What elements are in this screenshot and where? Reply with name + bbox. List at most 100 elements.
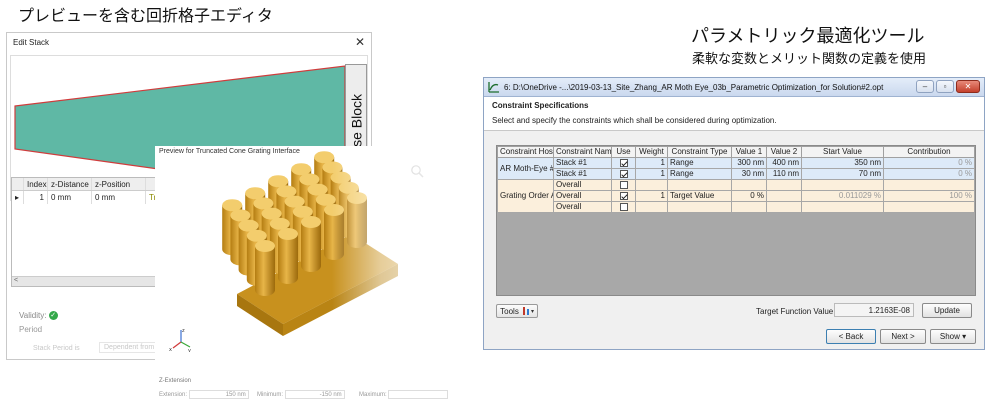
cell-constraint-type[interactable]: Range — [667, 157, 732, 169]
grating-cylinder — [324, 204, 344, 260]
minimum-input[interactable]: -150 nm — [284, 390, 345, 399]
cell-weight[interactable] — [635, 201, 668, 213]
column-header-constraint-type[interactable]: Constraint Type — [667, 146, 732, 158]
right-caption-title: パラメトリック最適化ツール — [691, 26, 925, 47]
preview-window: Preview for Truncated Cone Grating Inter… — [155, 146, 460, 404]
next-button[interactable]: Next > — [880, 329, 926, 344]
cell-value-1[interactable]: 30 nm — [731, 168, 767, 180]
valid-check-icon: ✓ — [48, 311, 58, 321]
cell-constraint-name: Overall — [553, 190, 612, 202]
tools-icon — [522, 307, 534, 315]
column-header-value-2[interactable]: Value 2 — [766, 146, 802, 158]
scroll-left-icon[interactable]: < — [14, 277, 18, 284]
cell-value-2[interactable]: 400 nm — [766, 157, 802, 169]
column-header-weight[interactable]: Weight — [635, 146, 668, 158]
cell-constraint-host: AR Moth-Eye #1 — [497, 157, 554, 180]
cell-contribution: 0 % — [883, 157, 975, 169]
constraint-description: Select and specify the constraints which… — [492, 116, 777, 125]
use-checkbox[interactable] — [611, 157, 636, 169]
cell-constraint-type[interactable] — [667, 179, 732, 191]
cell-value-1[interactable] — [731, 179, 767, 191]
dependent-dropdown[interactable]: Dependent from — [99, 342, 160, 353]
use-checkbox[interactable] — [611, 168, 636, 180]
edit-stack-titlebar: Edit Stack ✕ — [7, 33, 371, 51]
show-button[interactable]: Show ▾ — [930, 329, 976, 344]
column-header-constraint-name[interactable]: Constraint Name — [553, 146, 612, 158]
cell-constraint-type[interactable] — [667, 201, 732, 213]
use-checkbox[interactable] — [611, 201, 636, 213]
optimization-titlebar: 6: D:\OneDrive -...\2019-03-13_Site_Zhan… — [484, 78, 984, 97]
cell-start-value — [801, 201, 884, 213]
cell-value-1[interactable] — [731, 201, 767, 213]
cell-contribution: 0 % — [883, 168, 975, 180]
column-header-z-distance[interactable]: z-Distance — [48, 178, 92, 190]
maximum-label: Maximum: — [359, 392, 387, 399]
axes-orientation-icon: z x y — [169, 328, 191, 352]
grating-cylinder — [347, 192, 367, 248]
cell-value-2[interactable] — [766, 179, 802, 191]
target-function-label: Target Function Value — [756, 307, 834, 316]
column-header-contribution[interactable]: Contribution — [883, 146, 975, 158]
table-row[interactable]: Overall 1 Target Value 0 % 0.011029 % 10… — [498, 190, 975, 202]
cell-weight[interactable] — [635, 179, 668, 191]
column-header-value-1[interactable]: Value 1 — [731, 146, 767, 158]
cell-contribution — [883, 179, 975, 191]
cell-index: 1 — [24, 191, 48, 204]
back-button[interactable]: < Back — [826, 329, 876, 344]
cell-weight[interactable]: 1 — [635, 157, 668, 169]
cell-constraint-name: Overall — [553, 201, 612, 213]
cell-value-2[interactable] — [766, 201, 802, 213]
grating-cylinder — [278, 228, 298, 284]
cell-start-value: 350 nm — [801, 157, 884, 169]
cell-z-distance: 0 mm — [48, 191, 92, 204]
minimize-button[interactable]: – — [916, 80, 934, 93]
maximize-button[interactable]: ▫ — [936, 80, 954, 93]
table-row[interactable]: Grating Order Analyzer #800 Overall — [497, 179, 975, 213]
cell-weight[interactable]: 1 — [635, 168, 668, 180]
cell-value-2[interactable] — [766, 190, 802, 202]
column-header-index[interactable]: Index — [24, 178, 48, 190]
validity-row: Validity: ✓ — [19, 311, 58, 321]
cell-value-1[interactable]: 0 % — [731, 190, 767, 202]
optimization-title: 6: D:\OneDrive -...\2019-03-13_Site_Zhan… — [504, 82, 884, 92]
edit-stack-title: Edit Stack — [13, 37, 50, 47]
cell-value-1[interactable]: 300 nm — [731, 157, 767, 169]
update-button[interactable]: Update — [922, 303, 972, 318]
app-icon — [488, 82, 499, 93]
grating-cylinder — [255, 240, 275, 296]
table-row[interactable]: Overall — [498, 201, 975, 213]
cell-value-2[interactable]: 110 nm — [766, 168, 802, 180]
stack-period-label: Stack Period is — [33, 345, 80, 352]
cell-constraint-name: Overall — [553, 179, 612, 191]
extension-input[interactable]: 150 nm — [188, 390, 249, 399]
close-window-button[interactable]: ✕ — [956, 80, 980, 93]
column-header-constraint-host[interactable]: Constraint Host — [497, 146, 554, 158]
header-marker-cell — [12, 178, 24, 190]
tools-button[interactable]: Tools — [496, 304, 538, 318]
cell-start-value: 70 nm — [801, 168, 884, 180]
extension-row: Extension: 150 nm — [159, 390, 249, 399]
table-row[interactable]: Stack #1 1 Range 30 nm 110 nm 70 nm 0 % — [498, 168, 975, 180]
column-header-use[interactable]: Use — [611, 146, 636, 158]
constraint-header: Constraint Specifications Select and spe… — [484, 97, 984, 131]
use-checkbox[interactable] — [611, 190, 636, 202]
cell-weight[interactable]: 1 — [635, 190, 668, 202]
cell-constraint-type[interactable]: Range — [667, 168, 732, 180]
cell-constraint-type[interactable]: Target Value — [667, 190, 732, 202]
use-checkbox[interactable] — [611, 179, 636, 191]
maximum-row: Maximum: — [359, 390, 449, 399]
close-icon[interactable]: ✕ — [355, 35, 365, 49]
column-header-z-position[interactable]: z-Position — [92, 178, 146, 190]
column-header-start-value[interactable]: Start Value — [801, 146, 884, 158]
right-caption-subtitle: 柔軟な変数とメリット関数の定義を使用 — [692, 52, 927, 67]
grating-3d-preview — [222, 151, 398, 336]
validity-label: Validity: — [19, 311, 47, 320]
cell-start-value: 0.011029 % — [801, 190, 884, 202]
row-marker-icon: ▸ — [12, 191, 24, 204]
constraints-table: Constraint Host Constraint Name Use Weig… — [496, 145, 976, 296]
svg-text:x: x — [169, 347, 172, 352]
maximum-input[interactable] — [388, 390, 449, 399]
grating-cylinder — [301, 216, 321, 272]
tools-label: Tools — [500, 306, 519, 316]
table-row[interactable]: AR Moth-Eye #1 Stack #1 1 Range 300 nm 4… — [497, 157, 975, 180]
